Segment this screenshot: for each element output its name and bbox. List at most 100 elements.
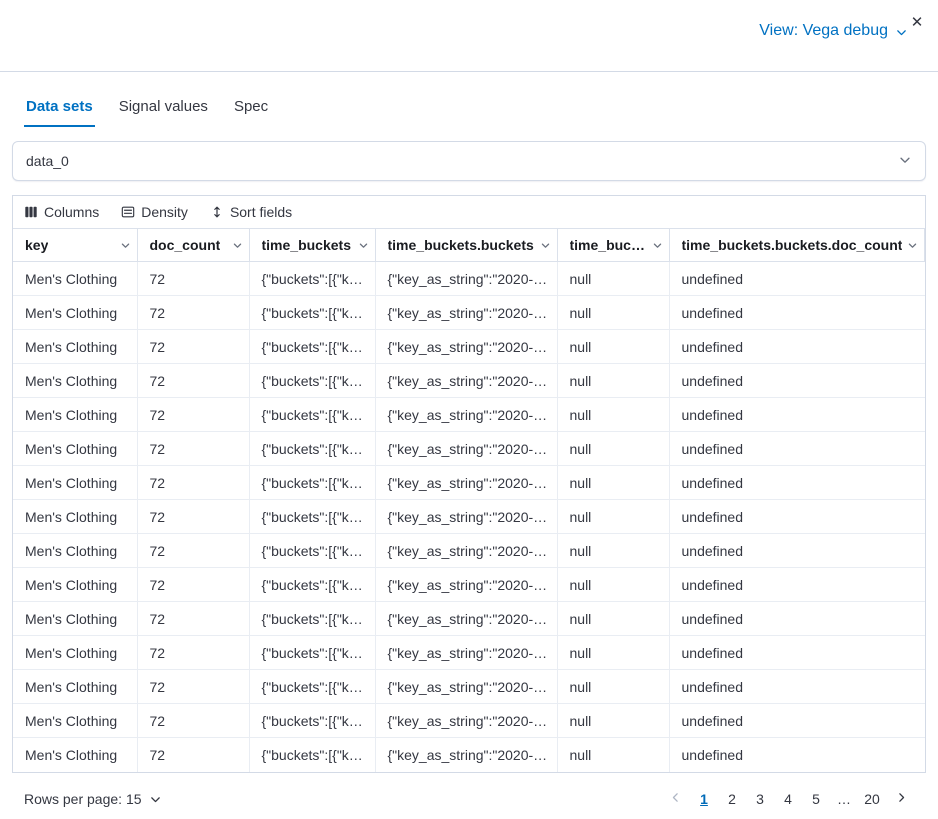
tab-data-sets[interactable]: Data sets bbox=[24, 92, 95, 127]
table-cell[interactable]: undefined bbox=[669, 330, 925, 364]
table-cell[interactable]: null bbox=[557, 602, 669, 636]
column-header-time-buckets[interactable]: time_buckets bbox=[249, 229, 375, 262]
table-cell[interactable]: 72 bbox=[137, 500, 249, 534]
table-cell[interactable]: {"buckets":[{"k… bbox=[249, 330, 375, 364]
table-cell[interactable]: {"key_as_string":"2020-… bbox=[375, 432, 557, 466]
column-header-key[interactable]: key bbox=[13, 229, 137, 262]
table-cell[interactable]: Men's Clothing bbox=[13, 364, 137, 398]
table-cell[interactable]: null bbox=[557, 330, 669, 364]
table-cell[interactable]: {"buckets":[{"k… bbox=[249, 738, 375, 772]
table-cell[interactable]: {"key_as_string":"2020-… bbox=[375, 738, 557, 772]
table-cell[interactable]: null bbox=[557, 704, 669, 738]
table-cell[interactable]: {"buckets":[{"k… bbox=[249, 670, 375, 704]
table-cell[interactable]: {"key_as_string":"2020-… bbox=[375, 330, 557, 364]
table-cell[interactable]: 72 bbox=[137, 704, 249, 738]
column-header-time-buckets-buckets-doc-count[interactable]: time_buckets.buckets.doc_count bbox=[669, 229, 925, 262]
dataset-select[interactable]: data_0 bbox=[12, 141, 926, 181]
table-cell[interactable]: 72 bbox=[137, 534, 249, 568]
pagination-page-20[interactable]: 20 bbox=[860, 786, 884, 812]
table-cell[interactable]: undefined bbox=[669, 432, 925, 466]
table-cell[interactable]: Men's Clothing bbox=[13, 670, 137, 704]
table-cell[interactable]: {"key_as_string":"2020-… bbox=[375, 636, 557, 670]
table-cell[interactable]: null bbox=[557, 568, 669, 602]
table-cell[interactable]: 72 bbox=[137, 738, 249, 772]
table-cell[interactable]: {"buckets":[{"k… bbox=[249, 568, 375, 602]
table-cell[interactable]: null bbox=[557, 262, 669, 296]
table-cell[interactable]: Men's Clothing bbox=[13, 636, 137, 670]
table-cell[interactable]: undefined bbox=[669, 568, 925, 602]
table-cell[interactable]: {"key_as_string":"2020-… bbox=[375, 364, 557, 398]
pagination-prev-button[interactable] bbox=[662, 786, 688, 812]
chevron-down-icon[interactable] bbox=[358, 240, 369, 251]
table-cell[interactable]: null bbox=[557, 398, 669, 432]
chevron-down-icon[interactable] bbox=[120, 240, 131, 251]
table-cell[interactable]: Men's Clothing bbox=[13, 534, 137, 568]
table-cell[interactable]: undefined bbox=[669, 738, 925, 772]
column-header-time-buck-truncated[interactable]: time_buck… bbox=[557, 229, 669, 262]
table-cell[interactable]: Men's Clothing bbox=[13, 704, 137, 738]
table-cell[interactable]: 72 bbox=[137, 602, 249, 636]
table-cell[interactable]: Men's Clothing bbox=[13, 398, 137, 432]
table-cell[interactable]: {"buckets":[{"k… bbox=[249, 296, 375, 330]
table-cell[interactable]: {"buckets":[{"k… bbox=[249, 636, 375, 670]
table-cell[interactable]: undefined bbox=[669, 602, 925, 636]
table-cell[interactable]: Men's Clothing bbox=[13, 296, 137, 330]
table-cell[interactable]: 72 bbox=[137, 330, 249, 364]
table-cell[interactable]: null bbox=[557, 432, 669, 466]
table-cell[interactable]: {"key_as_string":"2020-… bbox=[375, 670, 557, 704]
table-cell[interactable]: 72 bbox=[137, 636, 249, 670]
table-cell[interactable]: {"key_as_string":"2020-… bbox=[375, 398, 557, 432]
table-cell[interactable]: 72 bbox=[137, 466, 249, 500]
pagination-page-2[interactable]: 2 bbox=[720, 786, 744, 812]
table-cell[interactable]: {"buckets":[{"k… bbox=[249, 262, 375, 296]
pagination-next-button[interactable] bbox=[888, 786, 914, 812]
table-cell[interactable]: {"key_as_string":"2020-… bbox=[375, 296, 557, 330]
table-cell[interactable]: undefined bbox=[669, 534, 925, 568]
table-cell[interactable]: 72 bbox=[137, 568, 249, 602]
table-cell[interactable]: {"buckets":[{"k… bbox=[249, 500, 375, 534]
table-cell[interactable]: undefined bbox=[669, 262, 925, 296]
table-cell[interactable]: undefined bbox=[669, 636, 925, 670]
chevron-down-icon[interactable] bbox=[540, 240, 551, 251]
column-header-doc-count[interactable]: doc_count bbox=[137, 229, 249, 262]
close-icon[interactable]: ✕ bbox=[905, 10, 929, 34]
table-cell[interactable]: null bbox=[557, 534, 669, 568]
table-cell[interactable]: {"buckets":[{"k… bbox=[249, 364, 375, 398]
table-cell[interactable]: undefined bbox=[669, 466, 925, 500]
table-cell[interactable]: Men's Clothing bbox=[13, 262, 137, 296]
density-button[interactable]: Density bbox=[119, 201, 190, 223]
pagination-page-1[interactable]: 1 bbox=[692, 786, 716, 812]
tab-signal-values[interactable]: Signal values bbox=[117, 92, 210, 127]
table-cell[interactable]: {"key_as_string":"2020-… bbox=[375, 466, 557, 500]
table-cell[interactable]: null bbox=[557, 738, 669, 772]
table-cell[interactable]: 72 bbox=[137, 296, 249, 330]
table-cell[interactable]: {"buckets":[{"k… bbox=[249, 704, 375, 738]
table-cell[interactable]: {"buckets":[{"k… bbox=[249, 398, 375, 432]
table-cell[interactable]: undefined bbox=[669, 398, 925, 432]
pagination-page-3[interactable]: 3 bbox=[748, 786, 772, 812]
column-header-time-buckets-buckets[interactable]: time_buckets.buckets bbox=[375, 229, 557, 262]
table-cell[interactable]: null bbox=[557, 296, 669, 330]
table-cell[interactable]: Men's Clothing bbox=[13, 568, 137, 602]
table-cell[interactable]: undefined bbox=[669, 704, 925, 738]
table-cell[interactable]: Men's Clothing bbox=[13, 466, 137, 500]
table-cell[interactable]: 72 bbox=[137, 364, 249, 398]
sort-fields-button[interactable]: Sort fields bbox=[208, 201, 294, 223]
table-cell[interactable]: null bbox=[557, 500, 669, 534]
table-cell[interactable]: undefined bbox=[669, 670, 925, 704]
table-cell[interactable]: 72 bbox=[137, 432, 249, 466]
table-cell[interactable]: undefined bbox=[669, 364, 925, 398]
table-cell[interactable]: 72 bbox=[137, 670, 249, 704]
table-cell[interactable]: {"key_as_string":"2020-… bbox=[375, 568, 557, 602]
chevron-down-icon[interactable] bbox=[652, 240, 663, 251]
table-cell[interactable]: 72 bbox=[137, 262, 249, 296]
table-cell[interactable]: {"buckets":[{"k… bbox=[249, 466, 375, 500]
table-cell[interactable]: Men's Clothing bbox=[13, 500, 137, 534]
table-cell[interactable]: null bbox=[557, 364, 669, 398]
table-cell[interactable]: Men's Clothing bbox=[13, 432, 137, 466]
table-cell[interactable]: Men's Clothing bbox=[13, 330, 137, 364]
table-cell[interactable]: null bbox=[557, 670, 669, 704]
table-cell[interactable]: {"key_as_string":"2020-… bbox=[375, 500, 557, 534]
table-cell[interactable]: {"key_as_string":"2020-… bbox=[375, 262, 557, 296]
rows-per-page-button[interactable]: Rows per page: 15 bbox=[24, 791, 162, 807]
